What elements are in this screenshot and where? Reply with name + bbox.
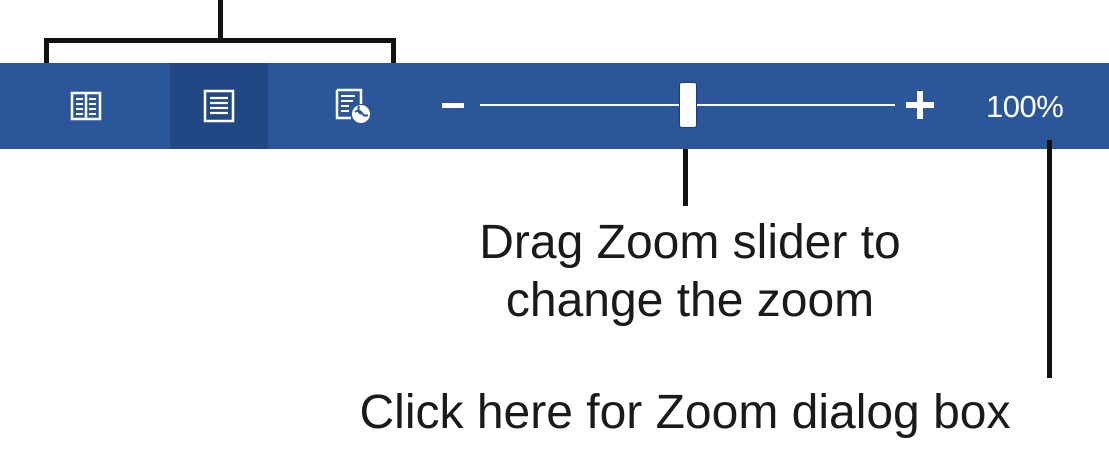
web-layout-button[interactable] [304, 63, 402, 149]
print-layout-button[interactable] [170, 63, 268, 149]
status-bar: 100% [0, 63, 1109, 149]
open-book-icon [70, 90, 102, 122]
slider-caption-line1: Drag Zoom slider to [479, 216, 901, 269]
page-lines-icon [203, 89, 235, 123]
zoom-out-button[interactable] [437, 83, 469, 127]
page-globe-icon [335, 88, 371, 124]
percent-callout-line [1047, 140, 1052, 378]
slider-caption-line2: change the zoom [505, 274, 875, 327]
dialog-caption: Click here for Zoom dialog box [359, 386, 1011, 439]
read-mode-button[interactable] [37, 63, 135, 149]
zoom-slider-thumb[interactable] [679, 83, 696, 127]
zoom-in-button[interactable] [900, 83, 940, 127]
slider-callout-line [683, 149, 688, 206]
zoom-percent-button[interactable]: 100% [986, 85, 1064, 129]
slider-caption: Drag Zoom slider to change the zoom [420, 214, 960, 330]
